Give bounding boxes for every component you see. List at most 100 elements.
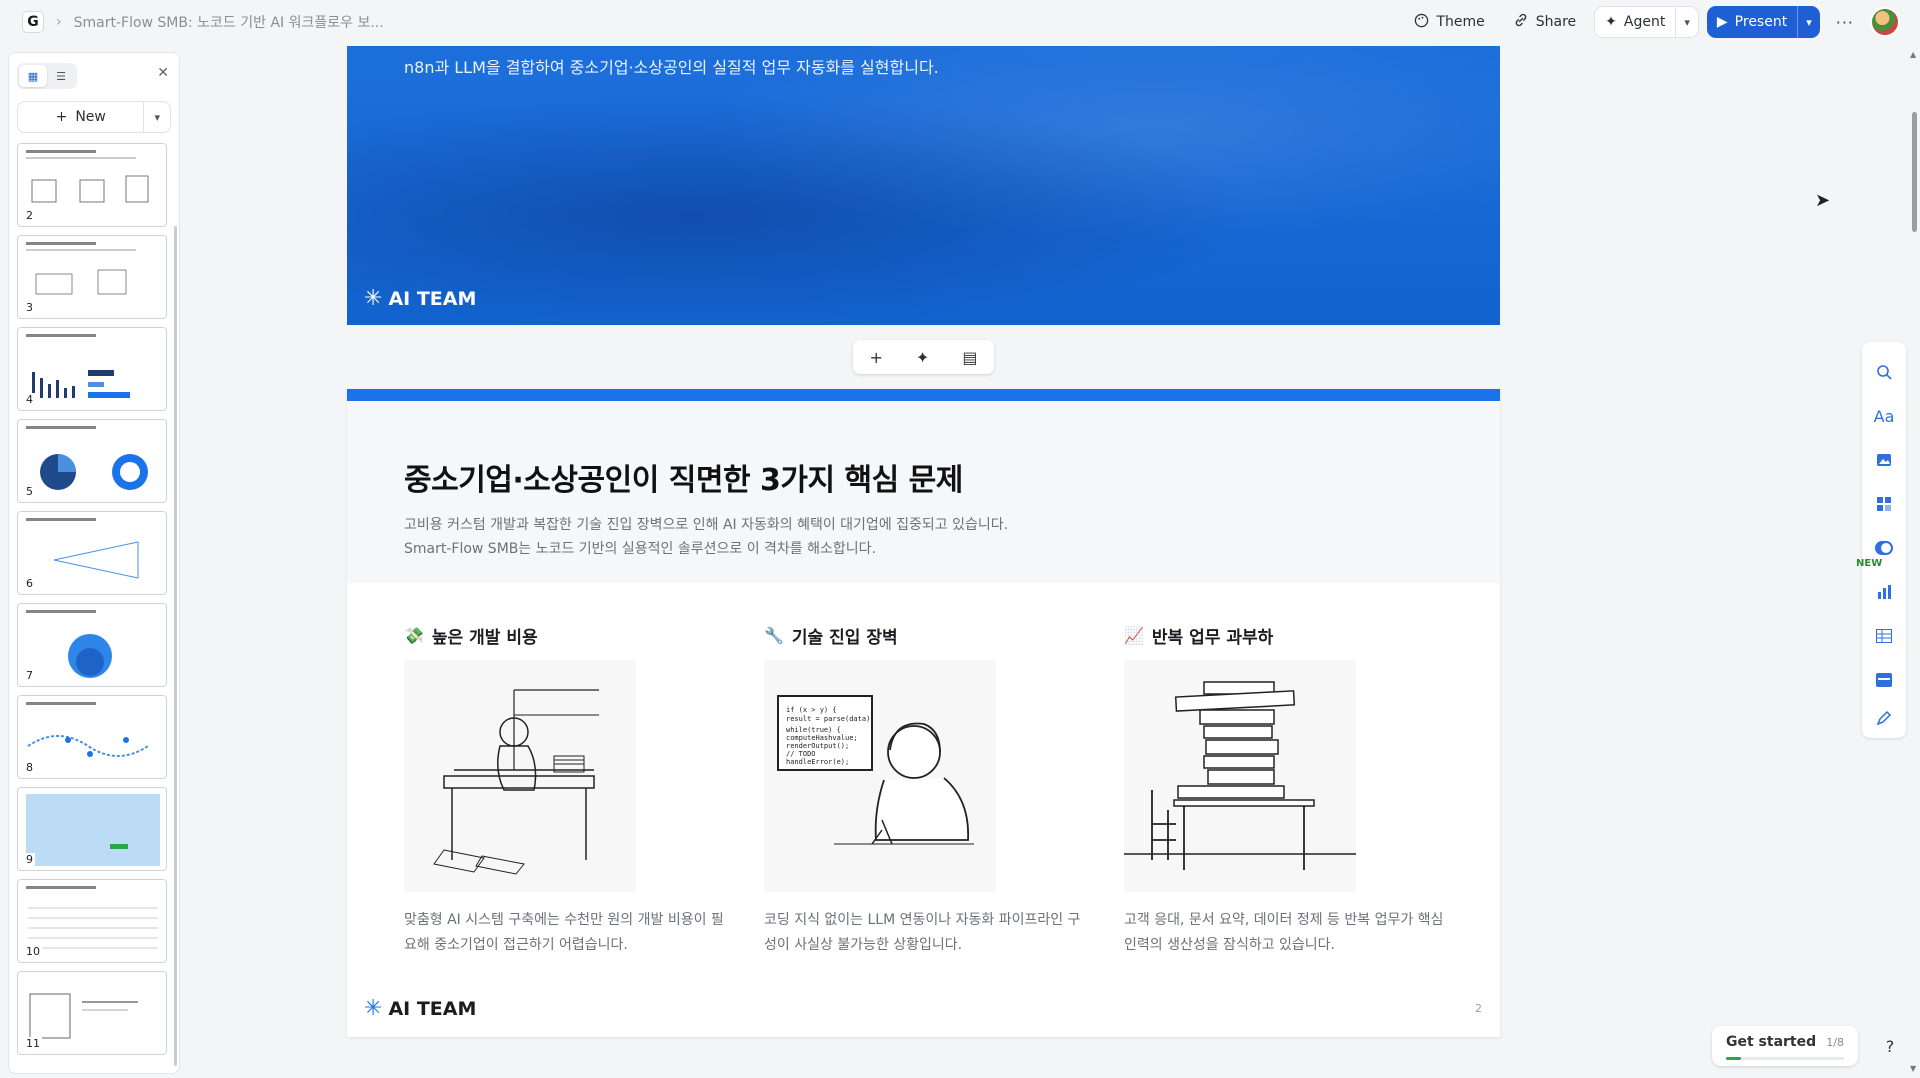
slide-number: 7 [24,669,35,682]
get-started-count: 1/8 [1826,1036,1844,1049]
column-title: 💸 높은 개발 비용 [404,623,694,648]
slide-thumbnail-4[interactable]: 4 [17,327,167,411]
accent-band [347,389,1500,401]
theme-label: Theme [1436,14,1485,30]
column-text-line-1: 코딩 지식 없이는 LLM 연동이나 자동화 파이프라인 구 [764,912,1081,928]
add-slide-plus-icon[interactable]: + [870,348,883,367]
chart-increasing-icon: 📈 [1124,626,1144,645]
slide-thumbnail-11[interactable]: 11 [17,971,167,1055]
thumb-illustration [31,175,149,203]
slide-thumbnail-2[interactable]: 2 [17,143,167,227]
slide-thumbnail-9[interactable]: 9 [17,787,167,871]
slide-thumbnail-6[interactable]: 6 [17,511,167,595]
stressed-worker-illustration [404,660,636,892]
new-slide-group: + New ▾ [17,101,171,133]
thumb-wave [27,735,149,757]
close-icon[interactable]: ✕ [157,65,169,81]
code-line-7: handleError(e); [786,758,849,766]
problem-column-cost: 💸 높은 개발 비용 맞춤형 AI 시스템 구축에는 수천만 원의 개발 비용이… [404,623,724,958]
problem-column-barrier: 🔧 기술 진입 장벽 if (x > y) { result = parse(d… [764,623,1080,958]
code-line-3: while(true) { [786,726,841,734]
column-title-text: 반복 업무 과부하 [1151,628,1274,648]
present-dropdown-chevron-down-icon[interactable]: ▾ [1798,16,1820,29]
grid-view-icon[interactable]: ▦ [19,65,47,87]
new-slide-button[interactable]: + New [18,109,143,125]
image-icon[interactable] [1862,444,1906,476]
chevron-right-icon: › [56,14,62,30]
share-button[interactable]: Share [1503,6,1586,38]
slide-sidebar: ▦ ☰ ✕ + New ▾ 2 3 4 5 6 7 8 9 10 11 [8,52,180,1074]
more-options-icon[interactable]: ··· [1828,13,1862,32]
description-line-2: Smart-Flow SMB는 노코드 기반의 실용적인 솔루션으로 이 격차를… [404,541,876,557]
agent-dropdown-chevron-down-icon[interactable]: ▾ [1676,16,1698,29]
app-logo[interactable]: G [22,11,44,33]
slide-thumbnail-7[interactable]: 7 [17,603,167,687]
agent-button-group: ✦ Agent ▾ [1594,6,1699,38]
new-dropdown-chevron-down-icon[interactable]: ▾ [144,111,170,124]
main-scrollbar-thumb[interactable] [1912,112,1917,232]
text-icon[interactable]: Aa [1862,400,1906,432]
link-icon [1513,12,1529,32]
slide-1[interactable]: n8n과 LLM을 결합하여 중소기업·소상공인의 실질적 업무 자동화를 실현… [347,46,1500,325]
search-icon[interactable] [1862,356,1906,388]
get-started-panel[interactable]: Get started 1/8 [1712,1026,1858,1066]
sidebar-scrollbar[interactable] [174,226,177,1066]
page-number: 2 [1475,1002,1482,1015]
column-text: 맞춤형 AI 시스템 구축에는 수천만 원의 개발 비용이 필 요해 중소기업이… [404,908,724,958]
background-photo [347,46,1500,325]
column-title-text: 기술 진입 장벽 [791,628,898,648]
code-line-1: if (x > y) { [786,706,837,714]
get-started-label: Get started [1726,1034,1817,1050]
user-avatar[interactable] [1870,7,1900,37]
new-badge: NEW [1856,558,1883,569]
ai-sparkle-icon[interactable]: ✦ [916,348,929,367]
table-icon[interactable] [1862,620,1906,652]
agent-label: Agent [1623,14,1666,30]
column-text-line-2: 인력의 생산성을 잠식하고 있습니다. [1124,937,1335,953]
thumb-blue-table [26,794,160,866]
money-icon: 💸 [404,626,424,645]
mouse-cursor-icon: ➤ [1815,190,1831,211]
asterisk-icon: ✳ [364,286,383,311]
asterisk-icon: ✳ [364,996,383,1021]
play-icon: ▶ [1716,14,1728,30]
slide-number: 5 [24,485,35,498]
slide-2[interactable]: 중소기업·소상공인이 직면한 3가지 핵심 문제 고비용 커스텀 개발과 복잡한… [347,389,1500,1037]
slide-thumbnail-5[interactable]: 5 [17,419,167,503]
slide-thumbnail-list: 2 3 4 5 6 7 8 9 10 11 [15,143,167,1068]
slide-number: 6 [24,577,35,590]
slide-thumbnail-8[interactable]: 8 [17,695,167,779]
present-button[interactable]: ▶ Present [1707,6,1797,38]
draw-icon[interactable] [1862,702,1906,734]
slide-thumbnail-3[interactable]: 3 [17,235,167,319]
slide-canvas: n8n과 LLM을 결합하여 중소기업·소상공인의 실질적 업무 자동화를 실현… [190,44,1870,1078]
column-text-line-1: 맞춤형 AI 시스템 구축에는 수천만 원의 개발 비용이 필 [404,912,724,928]
scroll-up-arrow-icon[interactable]: ▲ [1910,50,1916,59]
card-icon[interactable] [1862,664,1906,696]
brand-text: AI TEAM [388,997,477,1020]
chart-icon[interactable] [1862,576,1906,608]
thumb-bar-chart [32,370,130,398]
slide-title: 중소기업·소상공인이 직면한 3가지 핵심 문제 [404,463,963,498]
share-label: Share [1535,14,1577,30]
progress-fill [1726,1057,1741,1060]
scroll-down-arrow-icon[interactable]: ▼ [1910,1064,1916,1073]
slide-subtitle: n8n과 LLM을 결합하여 중소기업·소상공인의 실질적 업무 자동화를 실현… [404,58,939,77]
problem-column-overload: 📈 반복 업무 과부하 고객 응대, 문서 요약, 데이터 정제 등 반복 업무… [1124,623,1443,958]
theme-button[interactable]: Theme [1404,6,1494,38]
slide-thumbnail-10[interactable]: 10 [17,879,167,963]
brand-logo: ✳ AI TEAM [364,996,476,1021]
elements-icon[interactable] [1862,488,1906,520]
paper-stack-illustration [1124,660,1356,892]
layout-icon[interactable]: ▤ [962,348,977,367]
palette-icon [1414,13,1429,32]
wrench-icon: 🔧 [764,626,784,645]
help-icon[interactable]: ? [1876,1032,1904,1060]
agent-button[interactable]: ✦ Agent [1595,7,1675,37]
list-view-icon[interactable]: ☰ [47,65,75,87]
plus-icon: + [55,109,68,125]
slide-number: 2 [24,209,35,222]
present-label: Present [1734,14,1788,30]
document-title[interactable]: Smart-Flow SMB: 노코드 기반 AI 워크플로우 보... [74,12,384,32]
sparkle-icon: ✦ [1605,14,1617,30]
